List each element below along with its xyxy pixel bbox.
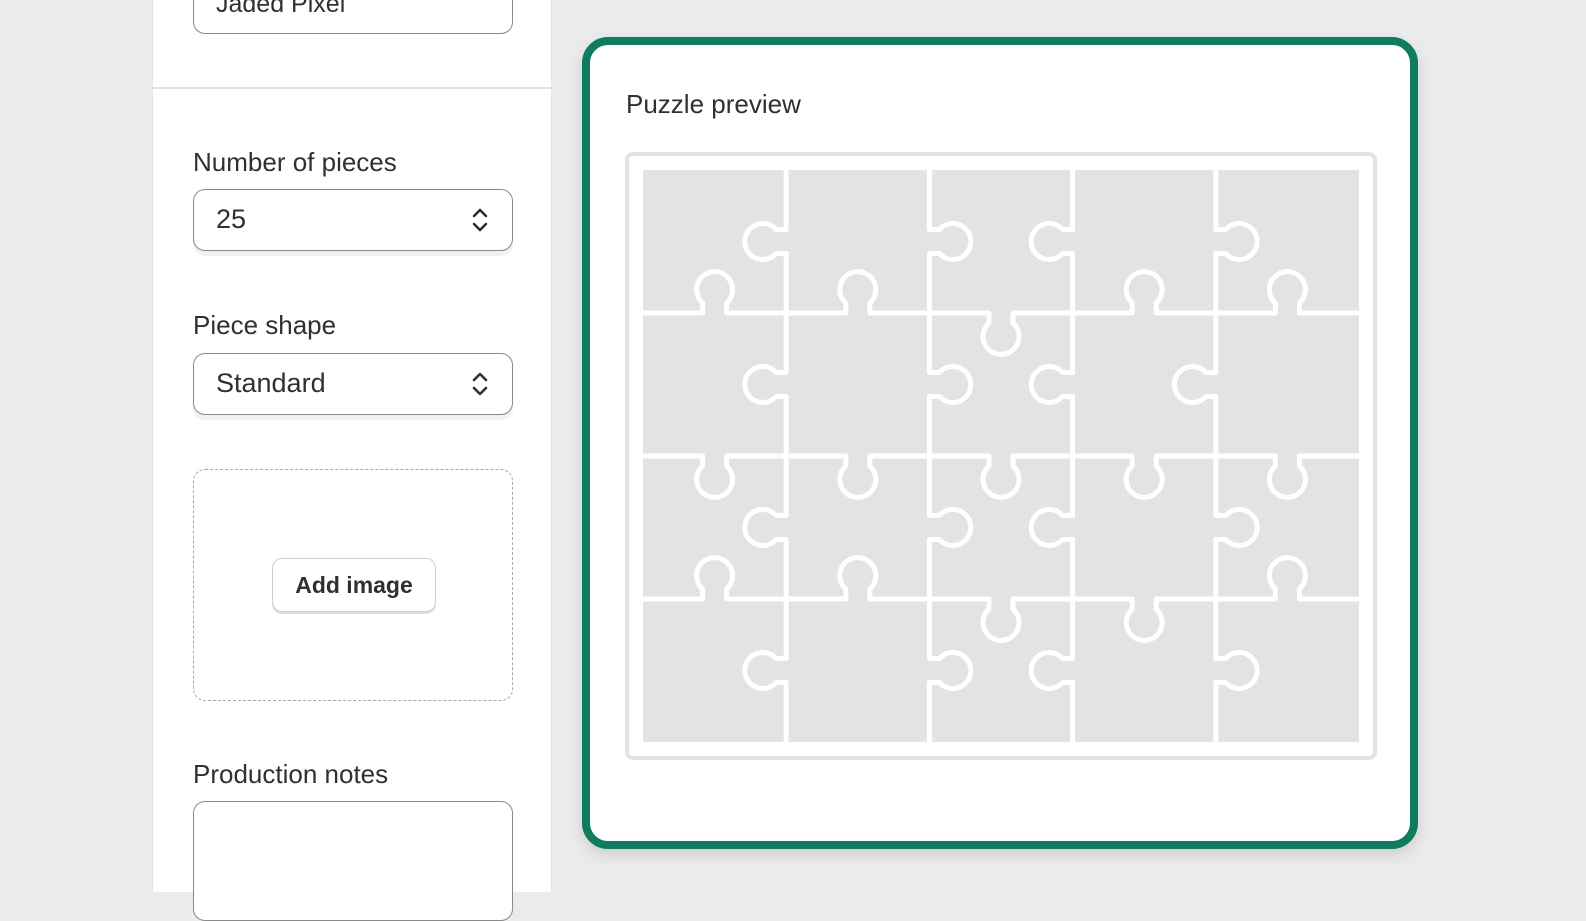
pieces-select-value: 25 [216, 204, 247, 234]
puzzle-preview-image [625, 152, 1377, 760]
pieces-select[interactable]: 25 [193, 189, 513, 251]
image-dropzone[interactable]: Add image [193, 469, 513, 701]
chevron-up-down-icon [472, 372, 488, 396]
puzzle-preview-card: Puzzle preview [582, 37, 1418, 849]
name-input-value: Jaded Pixel [216, 0, 346, 18]
section-divider [153, 87, 551, 89]
shape-select[interactable]: Standard [193, 353, 513, 415]
pieces-label: Number of pieces [193, 147, 397, 177]
notes-textarea[interactable] [193, 801, 513, 921]
add-image-button[interactable]: Add image [272, 558, 436, 612]
preview-title: Puzzle preview [626, 89, 801, 119]
settings-sidebar: Jaded Pixel Number of pieces 25 Piece sh… [152, 0, 552, 921]
shape-label: Piece shape [193, 310, 337, 340]
notes-label: Production notes [193, 759, 389, 789]
name-input[interactable]: Jaded Pixel [193, 0, 513, 34]
chevron-up-down-icon [472, 208, 488, 232]
shape-select-value: Standard [216, 368, 326, 398]
